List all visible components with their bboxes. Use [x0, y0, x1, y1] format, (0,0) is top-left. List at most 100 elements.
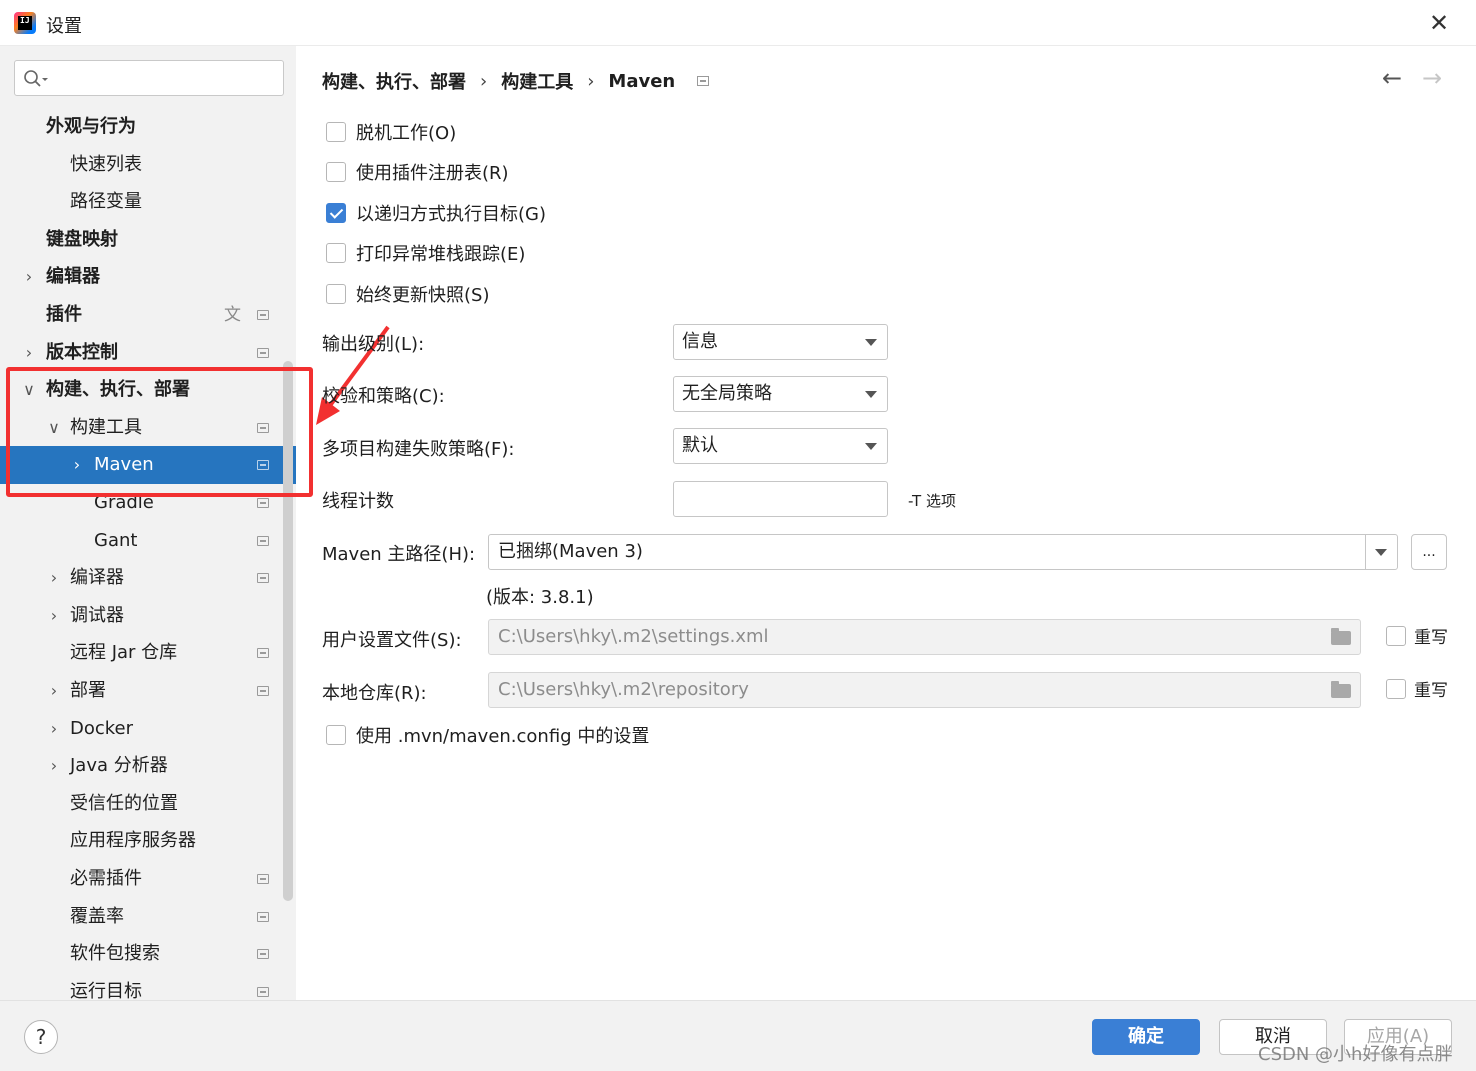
dropdown-arrow-icon	[865, 391, 877, 398]
checkbox-label: 使用 .mvn/maven.config 中的设置	[356, 726, 650, 747]
output-level-value: 信息	[682, 331, 718, 352]
checkbox-box-checked[interactable]	[326, 203, 346, 223]
back-button[interactable]: ←	[1382, 64, 1402, 92]
use-plugin-registry-checkbox[interactable]: 使用插件注册表(R)	[326, 162, 509, 188]
sidebar-item[interactable]: 应用程序服务器	[0, 822, 296, 860]
sidebar-item[interactable]: 路径变量	[0, 183, 296, 221]
search-input[interactable]	[14, 60, 284, 96]
sidebar-item-label: 受信任的位置	[70, 792, 178, 814]
close-button[interactable]: ✕	[1424, 10, 1454, 38]
settings-sidebar: 外观与行为 快速列表 路径变量 键盘映射 › 编辑器 插件 文 › 版本控制 ∨ 构建、执行、部署 ∨ 构…	[0, 46, 296, 1000]
chevron-right-icon[interactable]: ›	[22, 258, 36, 296]
multiproject-policy-value: 默认	[682, 435, 718, 456]
checkbox-box[interactable]	[1386, 626, 1406, 646]
sidebar-item[interactable]: › 编辑器	[0, 258, 296, 296]
work-offline-checkbox[interactable]: 脱机工作(O)	[326, 122, 456, 148]
sidebar-item[interactable]: 覆盖率	[0, 898, 296, 936]
sidebar-item[interactable]: Gant	[0, 522, 296, 560]
checkbox-box[interactable]	[1386, 679, 1406, 699]
maven-home-browse-button[interactable]: ...	[1411, 534, 1447, 570]
project-scope-icon	[257, 460, 269, 471]
sidebar-item-label: 编辑器	[46, 266, 100, 288]
sidebar-item[interactable]: 软件包搜索	[0, 935, 296, 973]
checksum-policy-label: 校验和策略(C):	[322, 386, 445, 407]
breadcrumb-separator: ›	[480, 70, 488, 92]
chevron-right-icon[interactable]: ›	[47, 747, 61, 785]
sidebar-scrollbar[interactable]	[283, 361, 293, 901]
sidebar-item[interactable]: 受信任的位置	[0, 785, 296, 823]
sidebar-item[interactable]: 运行目标	[0, 973, 296, 1000]
local-repo-label: 本地仓库(R):	[322, 683, 427, 704]
checkbox-label: 以递归方式执行目标(G)	[356, 204, 546, 225]
sidebar-item[interactable]: › Docker	[0, 710, 296, 748]
sidebar-item[interactable]: › Maven	[0, 446, 296, 485]
checkbox-box[interactable]	[326, 243, 346, 263]
checkbox-box[interactable]	[326, 725, 346, 745]
sidebar-item[interactable]: Gradle	[0, 484, 296, 522]
ok-button[interactable]: 确定	[1092, 1019, 1200, 1055]
project-scope-icon	[257, 573, 269, 584]
sidebar-item-label: Maven	[94, 454, 154, 476]
project-scope-icon	[257, 686, 269, 696]
sidebar-item-label: 应用程序服务器	[70, 830, 196, 852]
sidebar-item[interactable]: 快速列表	[0, 146, 296, 184]
print-stacktrace-checkbox[interactable]: 打印异常堆栈跟踪(E)	[326, 243, 525, 269]
sidebar-item[interactable]: 键盘映射	[0, 221, 296, 259]
user-settings-label: 用户设置文件(S):	[322, 630, 462, 651]
checkbox-box[interactable]	[326, 284, 346, 304]
forward-button[interactable]: →	[1422, 64, 1442, 92]
thread-count-input[interactable]	[673, 481, 888, 517]
always-update-snapshots-checkbox[interactable]: 始终更新快照(S)	[326, 284, 489, 310]
help-button[interactable]: ?	[24, 1020, 58, 1054]
chevron-right-icon[interactable]: ›	[47, 710, 61, 748]
maven-home-value: 已捆绑(Maven 3)	[498, 541, 643, 562]
sidebar-item[interactable]: › Java 分析器	[0, 747, 296, 785]
sidebar-item[interactable]: › 部署	[0, 672, 296, 710]
multiproject-policy-select[interactable]: 默认	[673, 428, 888, 464]
checksum-policy-select[interactable]: 无全局策略	[673, 376, 888, 412]
output-level-label: 输出级别(L):	[322, 334, 425, 355]
dropdown-arrow-icon[interactable]	[1375, 549, 1387, 556]
use-mvn-config-checkbox[interactable]: 使用 .mvn/maven.config 中的设置	[326, 725, 649, 751]
sidebar-item[interactable]: › 调试器	[0, 597, 296, 635]
sidebar-item[interactable]: 必需插件	[0, 860, 296, 898]
chevron-right-icon[interactable]: ›	[22, 334, 36, 372]
chevron-down-icon[interactable]: ∨	[22, 371, 36, 409]
chevron-right-icon[interactable]: ›	[70, 446, 84, 484]
sidebar-item-label: 插件	[46, 304, 82, 325]
user-settings-field[interactable]: C:\Users\hky\.m2\settings.xml	[488, 619, 1361, 655]
sidebar-item[interactable]: 插件 文	[0, 296, 296, 334]
arrow-left-icon: ←	[1382, 64, 1403, 92]
sidebar-item[interactable]: 远程 Jar 仓库	[0, 634, 296, 672]
user-settings-override-checkbox[interactable]: 重写	[1386, 626, 1448, 650]
sidebar-item[interactable]: › 编译器	[0, 559, 296, 597]
chevron-right-icon[interactable]: ›	[47, 672, 61, 710]
output-level-select[interactable]: 信息	[673, 324, 888, 360]
sidebar-item-label: Gradle	[94, 492, 154, 513]
sidebar-item-label: 部署	[70, 680, 106, 701]
breadcrumb-item-build[interactable]: 构建、执行、部署	[322, 68, 466, 94]
help-icon: ?	[35, 1025, 47, 1049]
folder-icon[interactable]	[1331, 681, 1351, 698]
checkbox-box[interactable]	[326, 122, 346, 142]
local-repo-field[interactable]: C:\Users\hky\.m2\repository	[488, 672, 1361, 708]
override-label: 重写	[1414, 681, 1448, 701]
sidebar-item[interactable]: › 版本控制	[0, 334, 296, 372]
local-repo-override-checkbox[interactable]: 重写	[1386, 679, 1448, 703]
chevron-right-icon[interactable]: ›	[47, 559, 61, 597]
checkbox-box[interactable]	[326, 162, 346, 182]
maven-home-combobox[interactable]: 已捆绑(Maven 3)	[488, 534, 1398, 570]
breadcrumb-item-maven: Maven	[608, 70, 676, 92]
project-scope-icon	[257, 874, 269, 884]
chevron-down-icon[interactable]: ∨	[47, 409, 61, 447]
sidebar-item[interactable]: ∨ 构建、执行、部署	[0, 371, 296, 409]
breadcrumb-item-build-tools[interactable]: 构建工具	[501, 68, 573, 94]
dialog-footer: ? 确定 取消 应用(A)	[0, 1000, 1476, 1071]
sidebar-item[interactable]: 外观与行为	[0, 108, 296, 146]
sidebar-item[interactable]: ∨ 构建工具	[0, 409, 296, 447]
sidebar-item-label: 覆盖率	[70, 905, 124, 927]
folder-icon[interactable]	[1331, 628, 1351, 645]
sidebar-item-label: 版本控制	[46, 341, 118, 363]
chevron-right-icon[interactable]: ›	[47, 597, 61, 635]
recursive-goals-checkbox[interactable]: 以递归方式执行目标(G)	[326, 203, 546, 229]
